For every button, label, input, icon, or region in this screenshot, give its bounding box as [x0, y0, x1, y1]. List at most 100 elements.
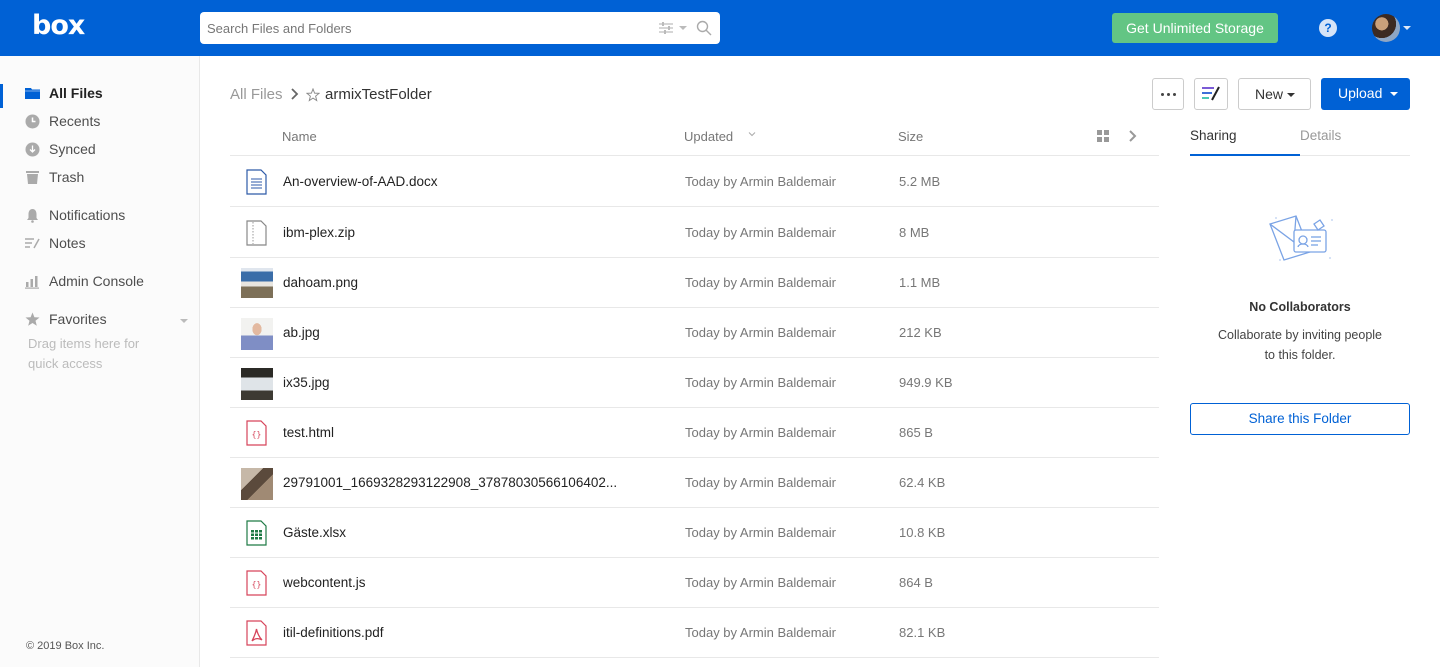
- notes-icon: [1202, 86, 1220, 101]
- file-size: 949.9 KB: [899, 375, 953, 390]
- search-input[interactable]: [200, 12, 640, 44]
- no-collaborators-title: No Collaborators: [1249, 300, 1351, 314]
- sidebar-item-admin-console[interactable]: Admin Console: [0, 270, 200, 294]
- file-name[interactable]: ab.jpg: [283, 325, 320, 340]
- file-row[interactable]: itil-definitions.pdf Today by Armin Bald…: [230, 608, 1159, 658]
- code-file-icon: {}: [246, 570, 267, 596]
- svg-text:{}: {}: [252, 430, 262, 439]
- image-thumbnail: [241, 268, 273, 298]
- help-icon[interactable]: ?: [1319, 19, 1337, 37]
- active-tab-indicator: [1190, 154, 1300, 156]
- folder-icon: [25, 88, 40, 99]
- sidebar-item-label: Admin Console: [49, 273, 144, 289]
- tab-sharing[interactable]: Sharing: [1190, 128, 1237, 143]
- file-name[interactable]: ibm-plex.zip: [283, 225, 355, 240]
- file-name[interactable]: An-overview-of-AAD.docx: [283, 174, 438, 189]
- upload-button[interactable]: Upload: [1321, 78, 1410, 110]
- file-list-header: Name Updated Size: [230, 120, 1159, 156]
- sidebar-item-synced[interactable]: Synced: [0, 138, 200, 162]
- file-size: 865 B: [899, 425, 933, 440]
- file-size: 82.1 KB: [899, 625, 946, 640]
- no-collaborators-description: Collaborate by inviting people to this f…: [1218, 328, 1382, 362]
- docx-file-icon: [246, 169, 267, 195]
- bar-chart-icon: [25, 276, 39, 289]
- new-button[interactable]: New: [1238, 78, 1311, 110]
- file-row[interactable]: ibm-plex.zip Today by Armin Baldemair 8 …: [230, 208, 1159, 258]
- get-unlimited-storage-button[interactable]: Get Unlimited Storage: [1112, 13, 1278, 43]
- file-updated: Today by Armin Baldemair: [685, 425, 837, 440]
- zip-file-icon: [246, 220, 267, 246]
- pdf-file-icon: [246, 620, 267, 646]
- sidebar-item-label: All Files: [49, 85, 103, 101]
- bell-icon: [27, 209, 38, 223]
- file-size: 864 B: [899, 575, 933, 590]
- chevron-right-icon[interactable]: [1127, 129, 1139, 143]
- sidebar-item-recents[interactable]: Recents: [0, 110, 200, 134]
- image-thumbnail: [241, 368, 273, 400]
- file-row[interactable]: An-overview-of-AAD.docx Today by Armin B…: [230, 157, 1159, 207]
- share-this-folder-button[interactable]: Share this Folder: [1190, 403, 1410, 435]
- favorites-hint: Drag items here for quick access: [28, 336, 140, 371]
- new-note-button[interactable]: [1194, 78, 1228, 110]
- sidebar-item-label: Favorites: [49, 311, 107, 327]
- sidebar-item-favorites[interactable]: Favorites: [0, 308, 200, 332]
- file-updated: Today by Armin Baldemair: [685, 275, 837, 290]
- file-row[interactable]: Gäste.xlsx Today by Armin Baldemair 10.8…: [230, 508, 1159, 558]
- file-name[interactable]: webcontent.js: [283, 575, 366, 590]
- sidebar-item-trash[interactable]: Trash: [0, 166, 200, 190]
- ellipsis-icon: [1161, 93, 1164, 96]
- search-icon[interactable]: [696, 20, 712, 36]
- download-circle-icon: [25, 142, 40, 157]
- code-file-icon: {}: [246, 420, 267, 446]
- sidebar-item-notes[interactable]: Notes: [0, 232, 200, 256]
- file-row[interactable]: ix35.jpg Today by Armin Baldemair 949.9 …: [230, 358, 1159, 408]
- chevron-right-icon: [291, 88, 299, 100]
- star-icon: [25, 312, 40, 326]
- file-row[interactable]: 29791001_1669328293122908_37878030566106…: [230, 458, 1159, 508]
- svg-text:{}: {}: [252, 580, 262, 589]
- file-name[interactable]: ix35.jpg: [283, 375, 330, 390]
- star-outline-icon[interactable]: [306, 88, 320, 102]
- file-row[interactable]: ab.jpg Today by Armin Baldemair 212 KB: [230, 308, 1159, 358]
- search-box[interactable]: [200, 12, 720, 44]
- sidebar-item-all-files[interactable]: All Files: [0, 82, 200, 106]
- breadcrumb-current-folder: armixTestFolder: [325, 86, 432, 103]
- file-row[interactable]: dahoam.png Today by Armin Baldemair 1.1 …: [230, 258, 1159, 308]
- sidebar-item-notifications[interactable]: Notifications: [0, 204, 200, 228]
- caret-down-icon[interactable]: [1403, 26, 1411, 30]
- file-name[interactable]: 29791001_1669328293122908_37878030566106…: [283, 475, 617, 490]
- new-button-label: New: [1255, 86, 1284, 102]
- file-size: 5.2 MB: [899, 174, 941, 189]
- file-row[interactable]: {} test.html Today by Armin Baldemair 86…: [230, 408, 1159, 458]
- column-header-updated[interactable]: Updated: [684, 129, 733, 144]
- sidebar-item-label: Recents: [49, 113, 101, 129]
- file-name[interactable]: test.html: [283, 425, 334, 440]
- grid-view-icon[interactable]: [1097, 130, 1109, 142]
- avatar[interactable]: [1372, 14, 1400, 42]
- file-updated: Today by Armin Baldemair: [685, 575, 837, 590]
- sidebar-item-label: Trash: [49, 169, 85, 185]
- image-thumbnail: [241, 318, 273, 350]
- file-size: 8 MB: [899, 225, 930, 240]
- envelope-invite-icon: [1269, 215, 1333, 261]
- tab-details[interactable]: Details: [1300, 128, 1341, 143]
- sort-descending-icon[interactable]: [748, 130, 756, 138]
- column-header-name[interactable]: Name: [282, 129, 317, 144]
- file-size: 1.1 MB: [899, 275, 941, 290]
- more-options-button[interactable]: [1152, 78, 1184, 110]
- file-name[interactable]: itil-definitions.pdf: [283, 625, 384, 640]
- breadcrumb-all-files[interactable]: All Files: [230, 86, 283, 103]
- file-updated: Today by Armin Baldemair: [685, 475, 837, 490]
- file-name[interactable]: dahoam.png: [283, 275, 358, 290]
- top-bar: box Get Unlimited Storage ?: [0, 0, 1440, 56]
- column-header-size[interactable]: Size: [898, 129, 923, 144]
- file-name[interactable]: Gäste.xlsx: [283, 525, 346, 540]
- collapse-favorites-icon[interactable]: [180, 319, 188, 323]
- sidebar: All Files Recents Synced Trash Notificat…: [0, 56, 200, 667]
- search-filter-icon[interactable]: [659, 21, 689, 35]
- notes-icon: [25, 238, 40, 249]
- file-size: 62.4 KB: [899, 475, 946, 490]
- file-updated: Today by Armin Baldemair: [685, 174, 837, 189]
- box-logo[interactable]: box: [32, 10, 85, 41]
- file-row[interactable]: {} webcontent.js Today by Armin Baldemai…: [230, 558, 1159, 608]
